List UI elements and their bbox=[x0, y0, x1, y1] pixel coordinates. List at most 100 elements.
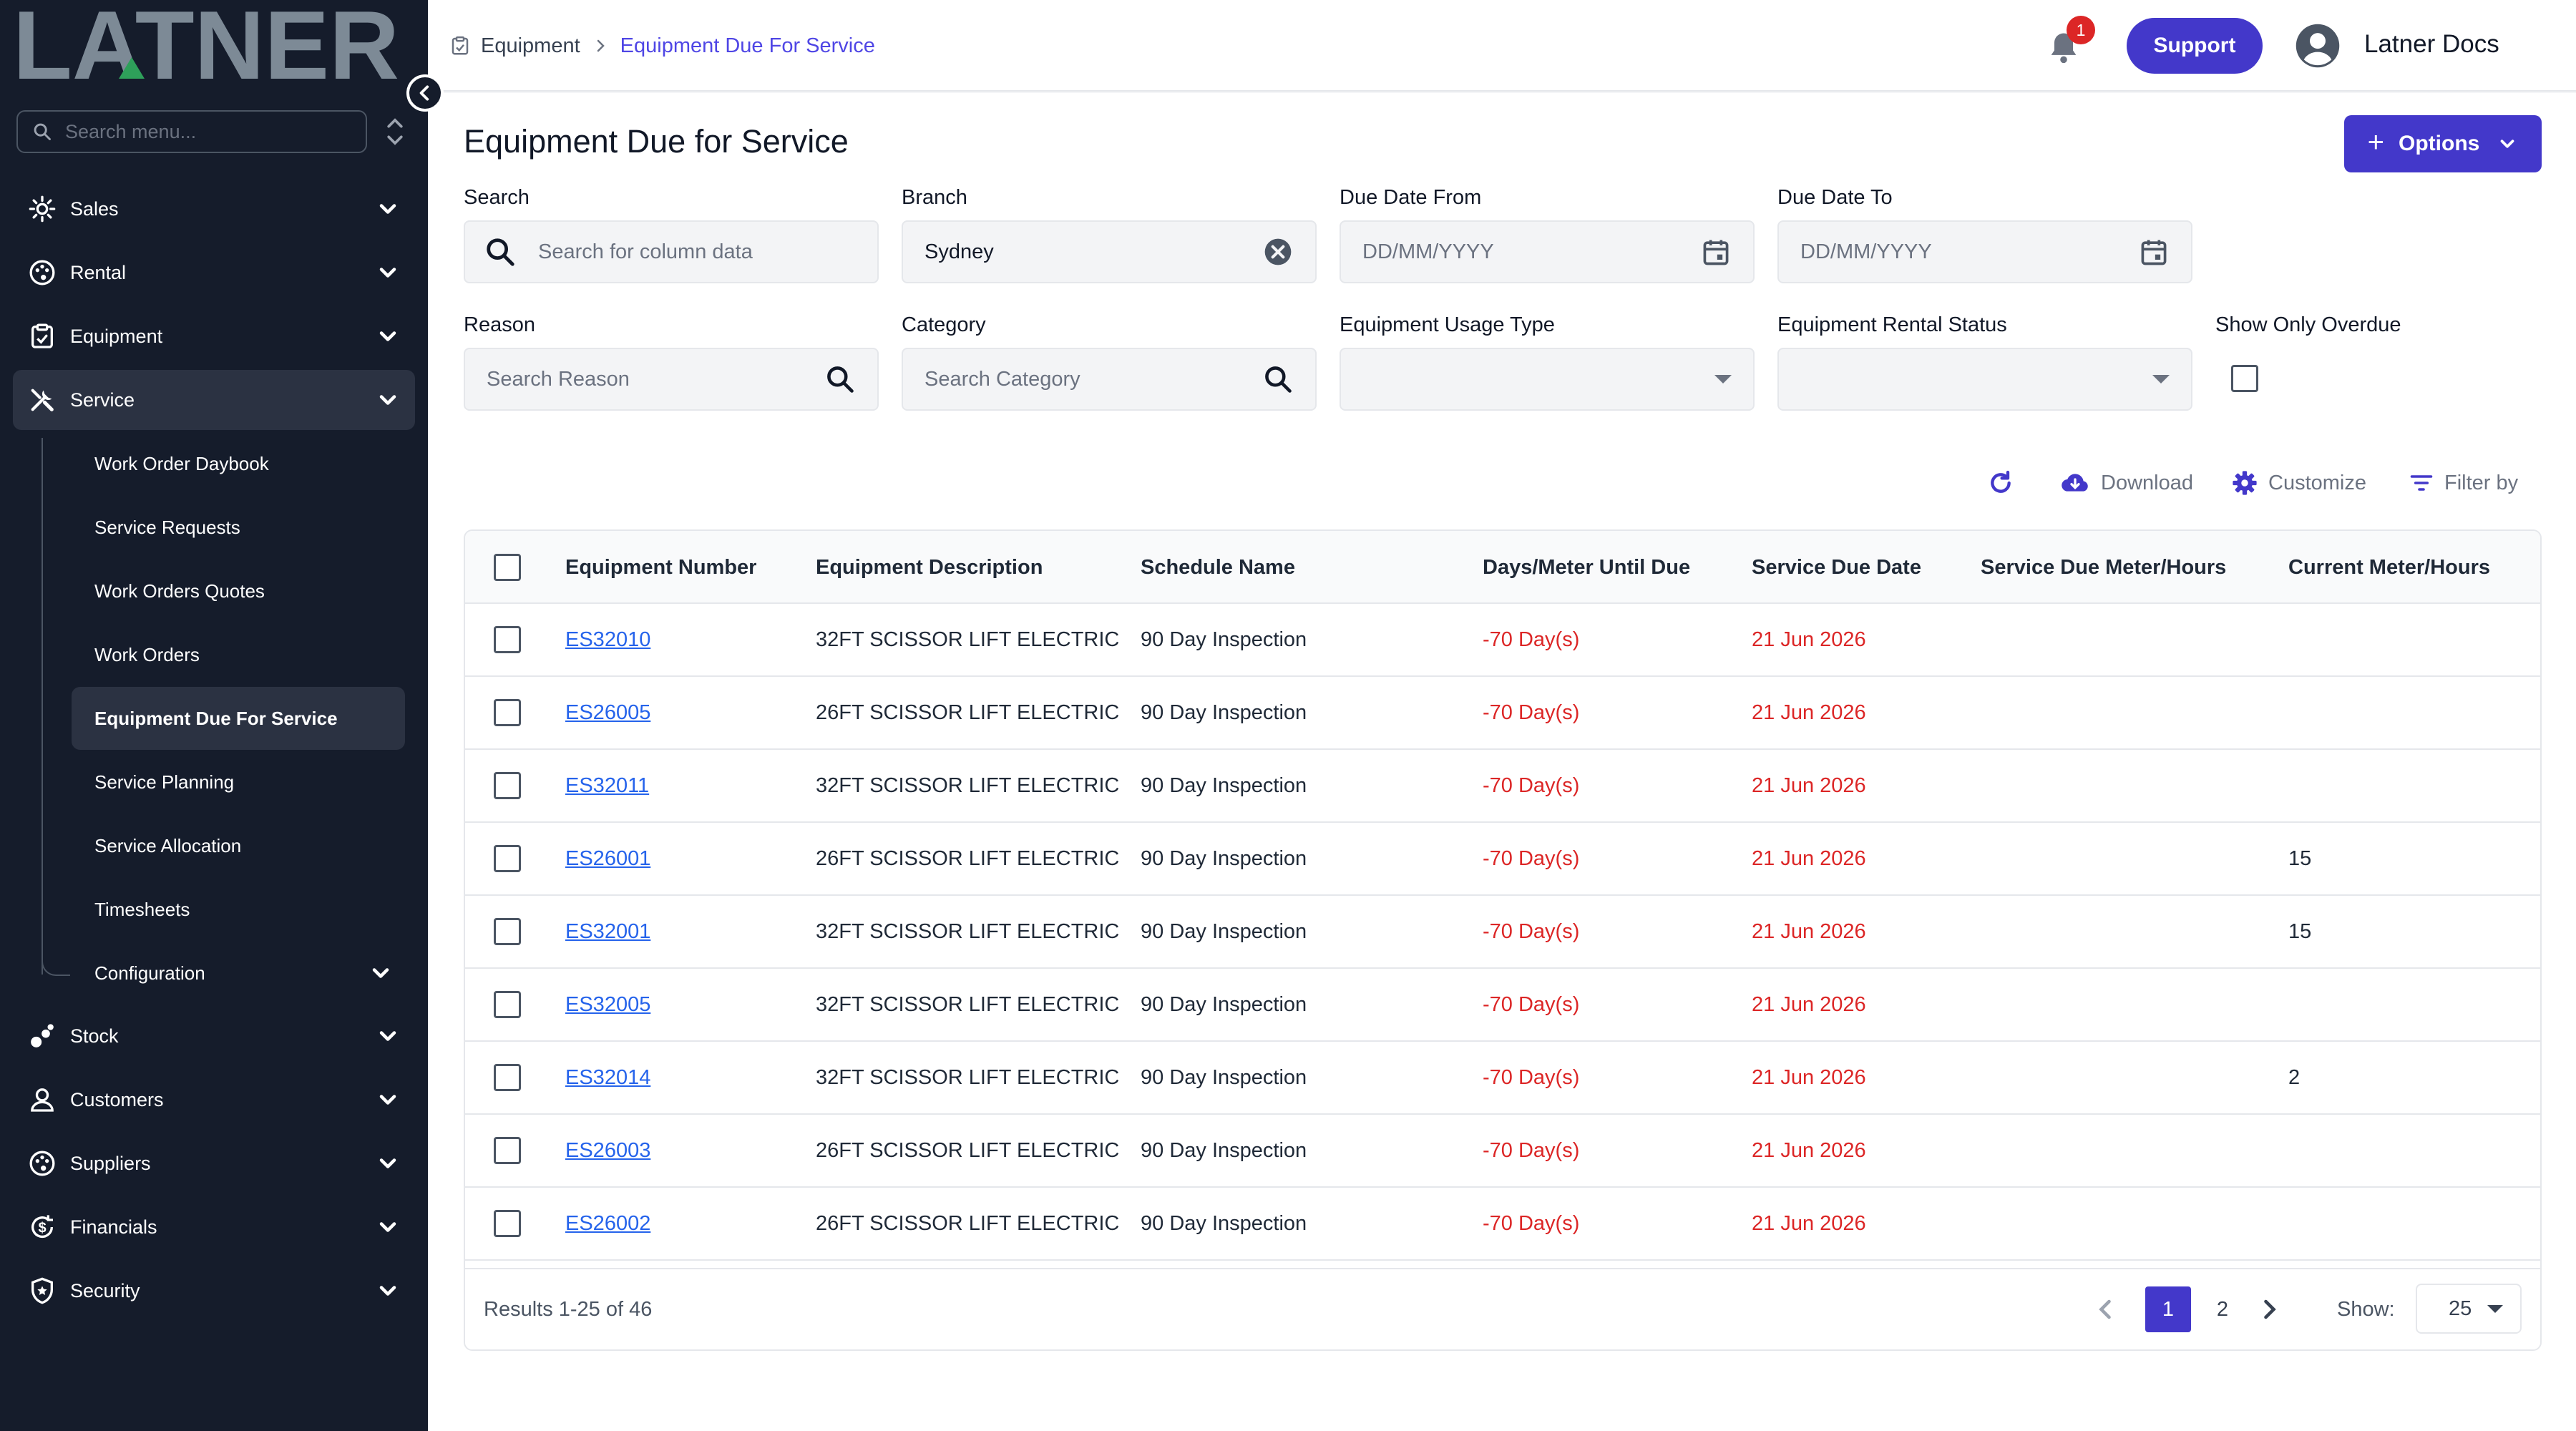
equipment-number-link[interactable]: ES32001 bbox=[565, 896, 650, 967]
equipment-number-link[interactable]: ES26003 bbox=[565, 1115, 650, 1186]
page-size-value: 25 bbox=[2449, 1296, 2472, 1320]
due-date-from-field[interactable] bbox=[1340, 220, 1755, 283]
row-checkbox[interactable] bbox=[494, 626, 521, 653]
column-service-due-meter-hours[interactable]: Service Due Meter/Hours bbox=[1981, 531, 2226, 604]
page-size-select[interactable]: 25 bbox=[2416, 1284, 2522, 1334]
branch-input[interactable] bbox=[903, 240, 1262, 264]
usage-type-select[interactable] bbox=[1340, 348, 1755, 411]
latner-logo[interactable]: LATNER bbox=[13, 7, 403, 89]
equipment-number-link[interactable]: ES26005 bbox=[565, 677, 650, 748]
breadcrumb-equipment[interactable]: Equipment bbox=[481, 34, 580, 58]
show-only-overdue-checkbox[interactable] bbox=[2231, 365, 2258, 392]
branch-field[interactable] bbox=[902, 220, 1317, 283]
table-row[interactable]: ES26005 26FT SCISSOR LIFT ELECTRIC 90 Da… bbox=[465, 677, 2540, 750]
sidebar-item-customers[interactable]: Customers bbox=[13, 1070, 415, 1130]
breadcrumb-current[interactable]: Equipment Due For Service bbox=[620, 34, 875, 58]
column-equipment-description[interactable]: Equipment Description bbox=[816, 531, 1043, 604]
row-checkbox[interactable] bbox=[494, 991, 521, 1018]
equipment-number-link[interactable]: ES26001 bbox=[565, 823, 650, 894]
support-button[interactable]: Support bbox=[2127, 18, 2263, 74]
category-field[interactable] bbox=[902, 348, 1317, 411]
reason-field[interactable] bbox=[464, 348, 879, 411]
sidebar-subitem-service-allocation[interactable]: Service Allocation bbox=[72, 814, 405, 877]
schedule-name: 90 Day Inspection bbox=[1141, 627, 1307, 651]
column-current-meter-hours[interactable]: Current Meter/Hours bbox=[2288, 531, 2490, 604]
table-row[interactable]: ES32001 32FT SCISSOR LIFT ELECTRIC 90 Da… bbox=[465, 896, 2540, 969]
row-checkbox[interactable] bbox=[494, 1064, 521, 1091]
due-date-from-input[interactable] bbox=[1341, 240, 1700, 264]
row-checkbox[interactable] bbox=[494, 1210, 521, 1237]
category-input[interactable] bbox=[903, 367, 1262, 391]
sidebar-subitem-service-requests[interactable]: Service Requests bbox=[72, 496, 405, 559]
chevron-right-icon[interactable] bbox=[2254, 1294, 2285, 1325]
collapse-sidebar-button[interactable] bbox=[406, 74, 444, 112]
column-equipment-number[interactable]: Equipment Number bbox=[565, 531, 756, 604]
rental-status-select[interactable] bbox=[1777, 348, 2192, 411]
chevron-left-icon bbox=[419, 85, 429, 101]
chevron-left-icon[interactable] bbox=[2089, 1294, 2121, 1325]
search-input[interactable] bbox=[517, 240, 877, 264]
due-date-to-input[interactable] bbox=[1779, 240, 2138, 264]
menu-search-input[interactable] bbox=[65, 120, 351, 143]
equipment-number-link[interactable]: ES26002 bbox=[565, 1188, 650, 1259]
menu-search[interactable] bbox=[16, 110, 367, 153]
sidebar-subitem-label: Service Requests bbox=[94, 516, 240, 538]
page-2-button[interactable]: 2 bbox=[2200, 1286, 2245, 1332]
sidebar-subitem-configuration[interactable]: Configuration bbox=[72, 942, 405, 1005]
sidebar-item-rental[interactable]: Rental bbox=[13, 243, 415, 303]
calendar-icon[interactable] bbox=[1700, 236, 1732, 268]
download-button[interactable]: Download bbox=[2059, 465, 2193, 501]
sidebar-item-suppliers[interactable]: Suppliers bbox=[13, 1133, 415, 1193]
sidebar-item-service[interactable]: Service bbox=[13, 370, 415, 430]
clear-icon[interactable] bbox=[1262, 236, 1294, 268]
schedule-name: 90 Day Inspection bbox=[1141, 992, 1307, 1016]
row-checkbox[interactable] bbox=[494, 699, 521, 726]
page-1-button[interactable]: 1 bbox=[2145, 1286, 2191, 1332]
sidebar-item-equipment[interactable]: Equipment bbox=[13, 306, 415, 366]
sidebar-subitem-service-planning[interactable]: Service Planning bbox=[72, 751, 405, 814]
sidebar-subitem-work-orders-quotes[interactable]: Work Orders Quotes bbox=[72, 560, 405, 622]
equipment-number-link[interactable]: ES32010 bbox=[565, 604, 650, 675]
table-row[interactable]: ES26002 26FT SCISSOR LIFT ELECTRIC 90 Da… bbox=[465, 1188, 2540, 1261]
customize-button[interactable]: Customize bbox=[2231, 465, 2366, 501]
column-days-meter-until-due[interactable]: Days/Meter Until Due bbox=[1483, 531, 1690, 604]
row-checkbox[interactable] bbox=[494, 918, 521, 945]
reason-input[interactable] bbox=[465, 367, 824, 391]
sidebar-item-security[interactable]: Security bbox=[13, 1261, 415, 1321]
expand-collapse-all-icon[interactable] bbox=[382, 116, 408, 147]
table-row[interactable]: ES32014 32FT SCISSOR LIFT ELECTRIC 90 Da… bbox=[465, 1042, 2540, 1115]
sidebar-subitem-equipment-due-for-service[interactable]: Equipment Due For Service bbox=[72, 687, 405, 750]
column-schedule-name[interactable]: Schedule Name bbox=[1141, 531, 1295, 604]
equipment-description: 32FT SCISSOR LIFT ELECTRIC bbox=[816, 992, 1120, 1016]
row-checkbox[interactable] bbox=[494, 772, 521, 799]
user-name[interactable]: Latner Docs bbox=[2364, 30, 2499, 59]
due-date-to-field[interactable] bbox=[1777, 220, 2192, 283]
equipment-description: 32FT SCISSOR LIFT ELECTRIC bbox=[816, 773, 1120, 797]
sidebar-subitem-timesheets[interactable]: Timesheets bbox=[72, 878, 405, 941]
sidebar-item-stock[interactable]: Stock bbox=[13, 1006, 415, 1066]
table-row[interactable]: ES32005 32FT SCISSOR LIFT ELECTRIC 90 Da… bbox=[465, 969, 2540, 1042]
row-checkbox[interactable] bbox=[494, 845, 521, 872]
refresh-button[interactable] bbox=[1986, 465, 2025, 501]
options-button[interactable]: + Options bbox=[2344, 115, 2542, 172]
due-date-from-label: Due Date From bbox=[1340, 186, 1482, 209]
calendar-icon[interactable] bbox=[2138, 236, 2170, 268]
select-all-checkbox[interactable] bbox=[494, 554, 521, 581]
filter-by-button[interactable]: Filter by bbox=[2409, 465, 2518, 501]
sidebar-subitem-work-orders[interactable]: Work Orders bbox=[72, 623, 405, 686]
sidebar-subitem-work-order-daybook[interactable]: Work Order Daybook bbox=[72, 432, 405, 495]
equipment-number-link[interactable]: ES32005 bbox=[565, 969, 650, 1040]
table-row[interactable]: ES26001 26FT SCISSOR LIFT ELECTRIC 90 Da… bbox=[465, 823, 2540, 896]
search-field[interactable] bbox=[464, 220, 879, 283]
equipment-number-link[interactable]: ES32011 bbox=[565, 750, 649, 821]
equipment-number-link[interactable]: ES32014 bbox=[565, 1042, 650, 1113]
avatar[interactable] bbox=[2294, 22, 2341, 69]
sidebar-item-sales[interactable]: Sales bbox=[13, 179, 415, 239]
row-checkbox[interactable] bbox=[494, 1137, 521, 1164]
sidebar-item-financials[interactable]: $ Financials bbox=[13, 1197, 415, 1257]
sidebar-item-label: Rental bbox=[70, 261, 127, 283]
table-row[interactable]: ES26003 26FT SCISSOR LIFT ELECTRIC 90 Da… bbox=[465, 1115, 2540, 1188]
column-service-due-date[interactable]: Service Due Date bbox=[1752, 531, 1921, 604]
table-row[interactable]: ES32011 32FT SCISSOR LIFT ELECTRIC 90 Da… bbox=[465, 750, 2540, 823]
table-row[interactable]: ES32010 32FT SCISSOR LIFT ELECTRIC 90 Da… bbox=[465, 604, 2540, 677]
